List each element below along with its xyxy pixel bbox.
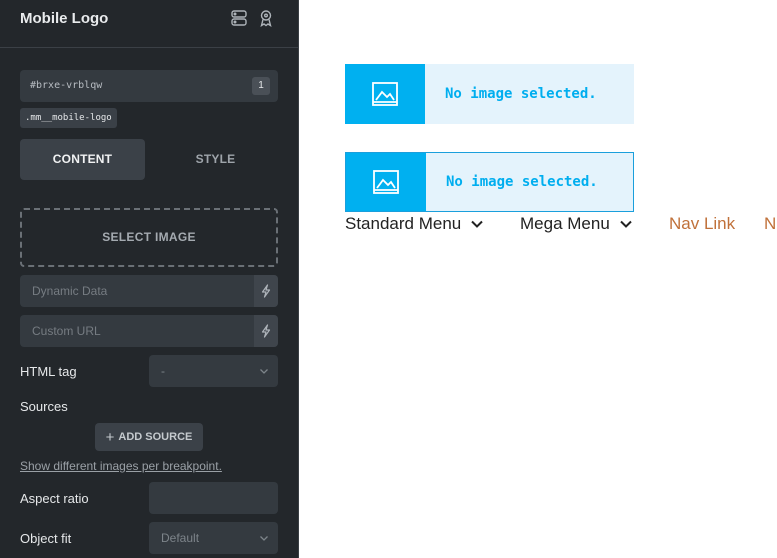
bolt-icon: [261, 284, 271, 298]
image-icon: [372, 82, 398, 106]
custom-url-dynamic-button[interactable]: [254, 315, 278, 347]
html-tag-value: -: [161, 364, 165, 378]
element-id-text: #brxe-vrblqw: [30, 80, 103, 91]
chevron-down-icon: [260, 536, 268, 541]
chevron-down-icon: [260, 369, 268, 374]
add-source-button[interactable]: + ADD SOURCE: [95, 423, 203, 451]
object-fit-value: Default: [161, 531, 200, 545]
panel-title: Mobile Logo: [20, 10, 109, 27]
aspect-ratio-input[interactable]: [149, 482, 278, 514]
image-placeholder[interactable]: No image selected.: [345, 64, 634, 124]
dynamic-data-input[interactable]: [20, 275, 254, 307]
panel-header: Mobile Logo: [0, 0, 298, 48]
structure-icon[interactable]: [230, 9, 248, 27]
element-settings-panel: Mobile Logo #brxe-vrblqw 1 .mm__mobile-l…: [0, 0, 299, 558]
id-count-badge: 1: [252, 77, 270, 95]
no-image-text: No image selected.: [445, 86, 597, 102]
select-image-dropzone[interactable]: SELECT IMAGE: [20, 208, 278, 267]
tab-style[interactable]: STYLE: [153, 139, 278, 180]
nav-item-mega-menu[interactable]: Mega Menu: [520, 214, 632, 234]
nav-item-nav-link[interactable]: Nav Link: [669, 214, 735, 234]
chevron-down-icon: [620, 220, 632, 228]
image-placeholder-selected[interactable]: No image selected.: [345, 152, 634, 212]
accessibility-icon[interactable]: [257, 9, 275, 27]
add-source-label: ADD SOURCE: [118, 431, 193, 443]
bolt-icon: [261, 324, 271, 338]
plus-icon: +: [105, 428, 115, 446]
nav-item-standard-menu[interactable]: Standard Menu: [345, 214, 483, 234]
nav-item-label: Standard Menu: [345, 214, 462, 233]
aspect-ratio-label: Aspect ratio: [20, 491, 89, 506]
image-icon: [373, 170, 399, 194]
tab-content[interactable]: CONTENT: [20, 139, 145, 180]
html-tag-select[interactable]: -: [149, 355, 278, 387]
breakpoint-images-link[interactable]: Show different images per breakpoint.: [20, 459, 222, 473]
html-tag-label: HTML tag: [20, 364, 77, 379]
chevron-down-icon: [471, 220, 483, 228]
dynamic-data-button[interactable]: [254, 275, 278, 307]
custom-url-input[interactable]: [20, 315, 254, 347]
no-image-text: No image selected.: [446, 174, 598, 190]
element-id-field[interactable]: #brxe-vrblqw 1: [20, 70, 278, 102]
object-fit-select[interactable]: Default: [149, 522, 278, 554]
css-class-chip[interactable]: .mm__mobile-logo: [20, 108, 117, 128]
nav-item-truncated[interactable]: N: [764, 214, 776, 234]
image-icon-box: [345, 64, 425, 124]
nav-item-label: Mega Menu: [520, 214, 610, 233]
object-fit-label: Object fit: [20, 531, 72, 546]
sources-label: Sources: [20, 399, 68, 414]
dynamic-data-field: [20, 275, 278, 307]
custom-url-field: [20, 315, 278, 347]
image-icon-box: [346, 153, 426, 211]
